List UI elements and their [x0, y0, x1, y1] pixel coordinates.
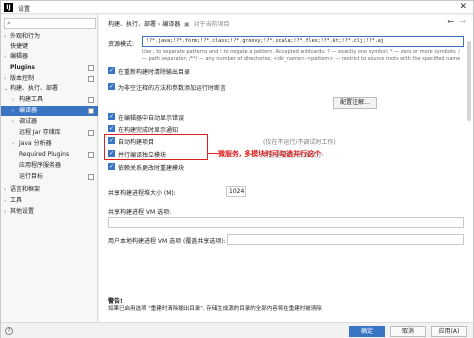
resource-patterns-input[interactable]: !?*.java;!?*.form;!?*.class;!?*.groovy;!…: [142, 36, 464, 47]
sidebar-item-label: 快捷键: [10, 43, 29, 50]
project-scope-icon: [88, 130, 94, 136]
sidebar-item-run-targets[interactable]: 运行目标: [1, 172, 98, 182]
sidebar-item-label: 远程 Jar 存储库: [19, 129, 61, 136]
sidebar-item-label: 构建、执行、部署: [10, 85, 59, 92]
ok-button[interactable]: 确定: [349, 326, 385, 337]
apply-button[interactable]: 应用(A): [431, 326, 467, 337]
checkbox-checked-icon[interactable]: ✓: [108, 113, 115, 120]
shared-vm-options-input[interactable]: [108, 217, 464, 228]
chevron-right-icon: ›: [4, 187, 6, 193]
highlight-box: [104, 134, 208, 160]
sidebar-item-label: 编译器: [19, 107, 38, 114]
heap-size-label: 共享构建进程堆大小 (M):: [108, 190, 176, 197]
project-scope-icon: [88, 76, 94, 82]
window-title: 设置: [18, 6, 31, 13]
sidebar-item-label: 语言和框架: [10, 186, 41, 193]
back-arrow-icon[interactable]: ←: [447, 17, 454, 26]
chevron-right-icon: ›: [12, 141, 14, 147]
chevron-right-icon: ›: [4, 76, 6, 82]
sidebar-item-label: Java 分析器: [19, 140, 52, 147]
sidebar-item-label: 其他设置: [10, 208, 35, 215]
app-logo-icon: IJ: [4, 3, 13, 12]
rebuild-on-deps-label: 依赖关系更改时重建模块: [118, 165, 185, 172]
title-bar: IJ 设置 ✕: [1, 1, 473, 14]
chevron-right-icon: ›: [4, 34, 6, 40]
project-scope-icon: [88, 97, 94, 103]
chevron-right-icon: ›: [12, 97, 14, 103]
sidebar-item-label: 调试器: [19, 118, 38, 125]
chevron-right-icon: ›: [4, 54, 6, 60]
sidebar-item-editor[interactable]: › 编辑器: [1, 52, 98, 62]
sidebar-item-label: 工具: [10, 197, 23, 204]
sidebar-item-plugins[interactable]: Plugins: [1, 63, 98, 73]
sidebar-item-label: 版本控制: [10, 75, 35, 82]
sidebar-item-debugger[interactable]: › 调试器: [1, 117, 98, 127]
sidebar-item-app-servers[interactable]: 应用程序服务器: [1, 161, 98, 171]
sidebar-item-build-tools[interactable]: › 构建工具: [1, 95, 98, 105]
sidebar-item-languages[interactable]: › 语言和框架: [1, 185, 98, 195]
sidebar-item-vcs[interactable]: › 版本控制: [1, 74, 98, 84]
clear-output-label: 在重新构建时清除输出目录: [118, 69, 191, 76]
compiler-settings-panel: 构建、执行、部署 › 编译器 ▣ 对于当前项目 ← → 资源模式: !?*.ja…: [99, 15, 473, 322]
breadcrumb: 构建、执行、部署 › 编译器 ▣ 对于当前项目: [108, 19, 230, 28]
resource-patterns-help: Use ; to separate patterns and ! to nega…: [142, 49, 461, 62]
annotation-text: 微服务, 多模块时可勾选并行这个: [218, 150, 322, 158]
sidebar-item-tools[interactable]: › 工具: [1, 196, 98, 206]
user-vm-options-input[interactable]: [227, 234, 464, 245]
resource-patterns-label: 资源模式:: [108, 41, 135, 48]
dialog-footer: ? 确定 取消 应用(A): [1, 322, 473, 338]
forward-arrow-icon[interactable]: →: [459, 17, 466, 26]
chevron-right-icon: ›: [12, 119, 14, 125]
chevron-down-icon: ⌄: [4, 86, 9, 92]
sidebar-item-label: 外观和行为: [10, 33, 41, 40]
checkbox-checked-icon[interactable]: ✓: [108, 125, 115, 132]
sidebar-item-keymap[interactable]: 快捷键: [1, 42, 98, 52]
chevron-right-icon: ›: [4, 209, 6, 215]
configure-annotations-button[interactable]: 配置注解...: [333, 97, 377, 109]
sidebar-item-compiler[interactable]: › 编译器: [1, 106, 98, 116]
build-notification-label: 在构建完成时显示通知: [118, 127, 179, 134]
cancel-button[interactable]: 取消: [390, 326, 426, 337]
project-scope-icon: [88, 174, 94, 180]
settings-search-input[interactable]: ⌕: [4, 18, 96, 29]
auto-build-hint: (仅在不运行/不调试时工作): [263, 139, 336, 146]
checkbox-checked-icon[interactable]: ✓: [108, 163, 115, 170]
auto-show-errors-label: 在编辑器中自动显示错误: [118, 115, 185, 122]
sidebar-item-label: 应用程序服务器: [19, 162, 62, 169]
sidebar-item-label: 运行目标: [19, 173, 44, 180]
project-scope-icon: ▣: [182, 21, 192, 28]
checkbox-checked-icon[interactable]: ✓: [108, 83, 115, 90]
project-scope-icon: [88, 65, 94, 71]
scope-label: 对于当前项目: [193, 21, 230, 28]
heap-size-input[interactable]: 1024: [226, 186, 246, 197]
chevron-right-icon: ›: [4, 198, 6, 204]
user-vm-options-label: 用户本地构建进程 VM 选项 (覆盖共享选项):: [108, 238, 226, 245]
project-scope-icon: [88, 152, 94, 158]
sidebar-item-required-plugins[interactable]: Required Plugins: [1, 150, 98, 160]
sidebar-item-other-settings[interactable]: › 其他设置: [1, 207, 98, 217]
sidebar-item-build-execution-deployment[interactable]: ⌄ 构建、执行、部署: [1, 84, 98, 94]
sidebar-item-remote-jar[interactable]: 远程 Jar 存储库: [1, 128, 98, 138]
close-icon[interactable]: ✕: [459, 2, 467, 12]
checkbox-checked-icon[interactable]: ✓: [108, 67, 115, 74]
help-icon[interactable]: ?: [5, 327, 13, 335]
sidebar-item-label: Plugins: [10, 64, 35, 71]
warning-text: 如果已启用选项 "重建时清除输出目录", 存储生成源的目录的全部内容将在重建时被…: [108, 306, 322, 312]
project-scope-icon: [88, 108, 94, 114]
runtime-assertions-label: 为非空注释的方法和参数添加运行时断言: [118, 85, 227, 92]
settings-window: IJ 设置 ✕ ⌕ › 外观和行为 快捷键 › 编辑器 Plugins › 版本…: [0, 0, 474, 338]
sidebar-item-label: Required Plugins: [19, 151, 70, 158]
sidebar-item-label: 构建工具: [19, 96, 44, 103]
sidebar-item-appearance[interactable]: › 外观和行为: [1, 32, 98, 42]
settings-sidebar: ⌕ › 外观和行为 快捷键 › 编辑器 Plugins › 版本控制 ⌄ 构建、…: [1, 15, 98, 322]
search-icon: ⌕: [7, 19, 11, 27]
annotation-line: [208, 153, 218, 154]
sidebar-item-label: 编辑器: [10, 53, 29, 60]
breadcrumb-path: 构建、执行、部署 › 编译器: [108, 21, 181, 28]
shared-vm-options-label: 共享构建进程 VM 选项:: [108, 209, 172, 216]
chevron-right-icon: ›: [12, 108, 14, 114]
vertical-scrollbar[interactable]: [467, 41, 471, 121]
sidebar-item-java-profiler[interactable]: › Java 分析器: [1, 139, 98, 149]
